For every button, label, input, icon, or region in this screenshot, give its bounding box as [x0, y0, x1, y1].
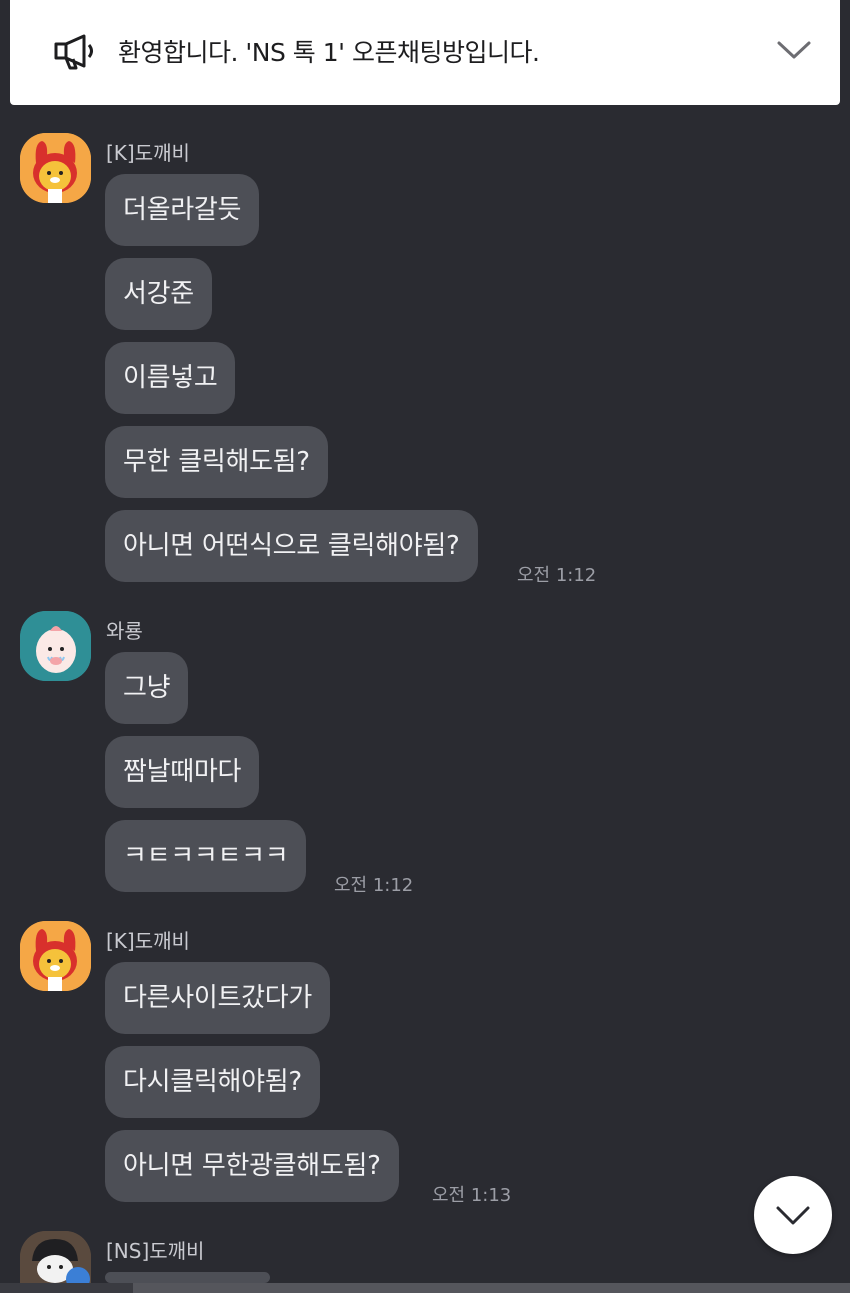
notice-banner[interactable]: 환영합니다. 'NS 톡 1' 오픈채팅방입니다.	[10, 0, 840, 105]
input-area-edge	[0, 1283, 850, 1293]
avatar[interactable]	[20, 921, 91, 991]
message-timestamp: 오전 1:12	[334, 875, 414, 896]
message-timestamp: 오전 1:13	[432, 1185, 512, 1206]
message-bubble[interactable]: 무한 클릭해도됨?	[105, 426, 328, 498]
apeach-character-avatar	[20, 611, 91, 681]
avatar[interactable]	[20, 133, 91, 203]
message-bubble[interactable]: 그냥	[105, 652, 189, 724]
ryan-character-avatar	[20, 921, 91, 991]
scroll-to-bottom-button[interactable]	[754, 1176, 832, 1254]
message-bubble[interactable]: 이름넣고	[105, 342, 236, 414]
message-bubble[interactable]: 아니면 어떤식으로 클릭해야됨?	[105, 510, 478, 582]
ryan-character-avatar	[20, 133, 91, 203]
message-timestamp: 오전 1:12	[517, 565, 597, 586]
message-bubble[interactable]: 아니면 무한광클해도됨?	[105, 1130, 399, 1202]
megaphone-icon	[54, 34, 93, 70]
divider	[133, 1283, 850, 1293]
avatar[interactable]	[20, 1231, 91, 1283]
sender-name: [K]도깨비	[106, 929, 190, 953]
chevron-down-icon[interactable]	[776, 36, 812, 64]
sender-name: [NS]도깨비	[106, 1239, 205, 1263]
message-bubble[interactable]	[105, 1272, 270, 1283]
sender-name: 와룡	[106, 619, 143, 643]
message-bubble[interactable]: 짬날때마다	[105, 736, 260, 808]
message-bubble[interactable]: 다른사이트갔다가	[105, 962, 330, 1034]
message-bubble[interactable]: 서강준	[105, 258, 212, 330]
message-bubble[interactable]: ㅋㅌㅋㅋㅌㅋㅋ	[105, 820, 307, 892]
chevron-down-icon	[776, 1206, 810, 1225]
message-bubble[interactable]: 다시클릭해야됨?	[105, 1046, 320, 1118]
sender-name: [K]도깨비	[106, 141, 190, 165]
neo-character-avatar	[20, 1231, 91, 1283]
notice-text: 환영합니다. 'NS 톡 1' 오픈채팅방입니다.	[118, 38, 540, 67]
avatar[interactable]	[20, 611, 91, 681]
message-bubble[interactable]: 더올라갈듯	[105, 174, 260, 246]
